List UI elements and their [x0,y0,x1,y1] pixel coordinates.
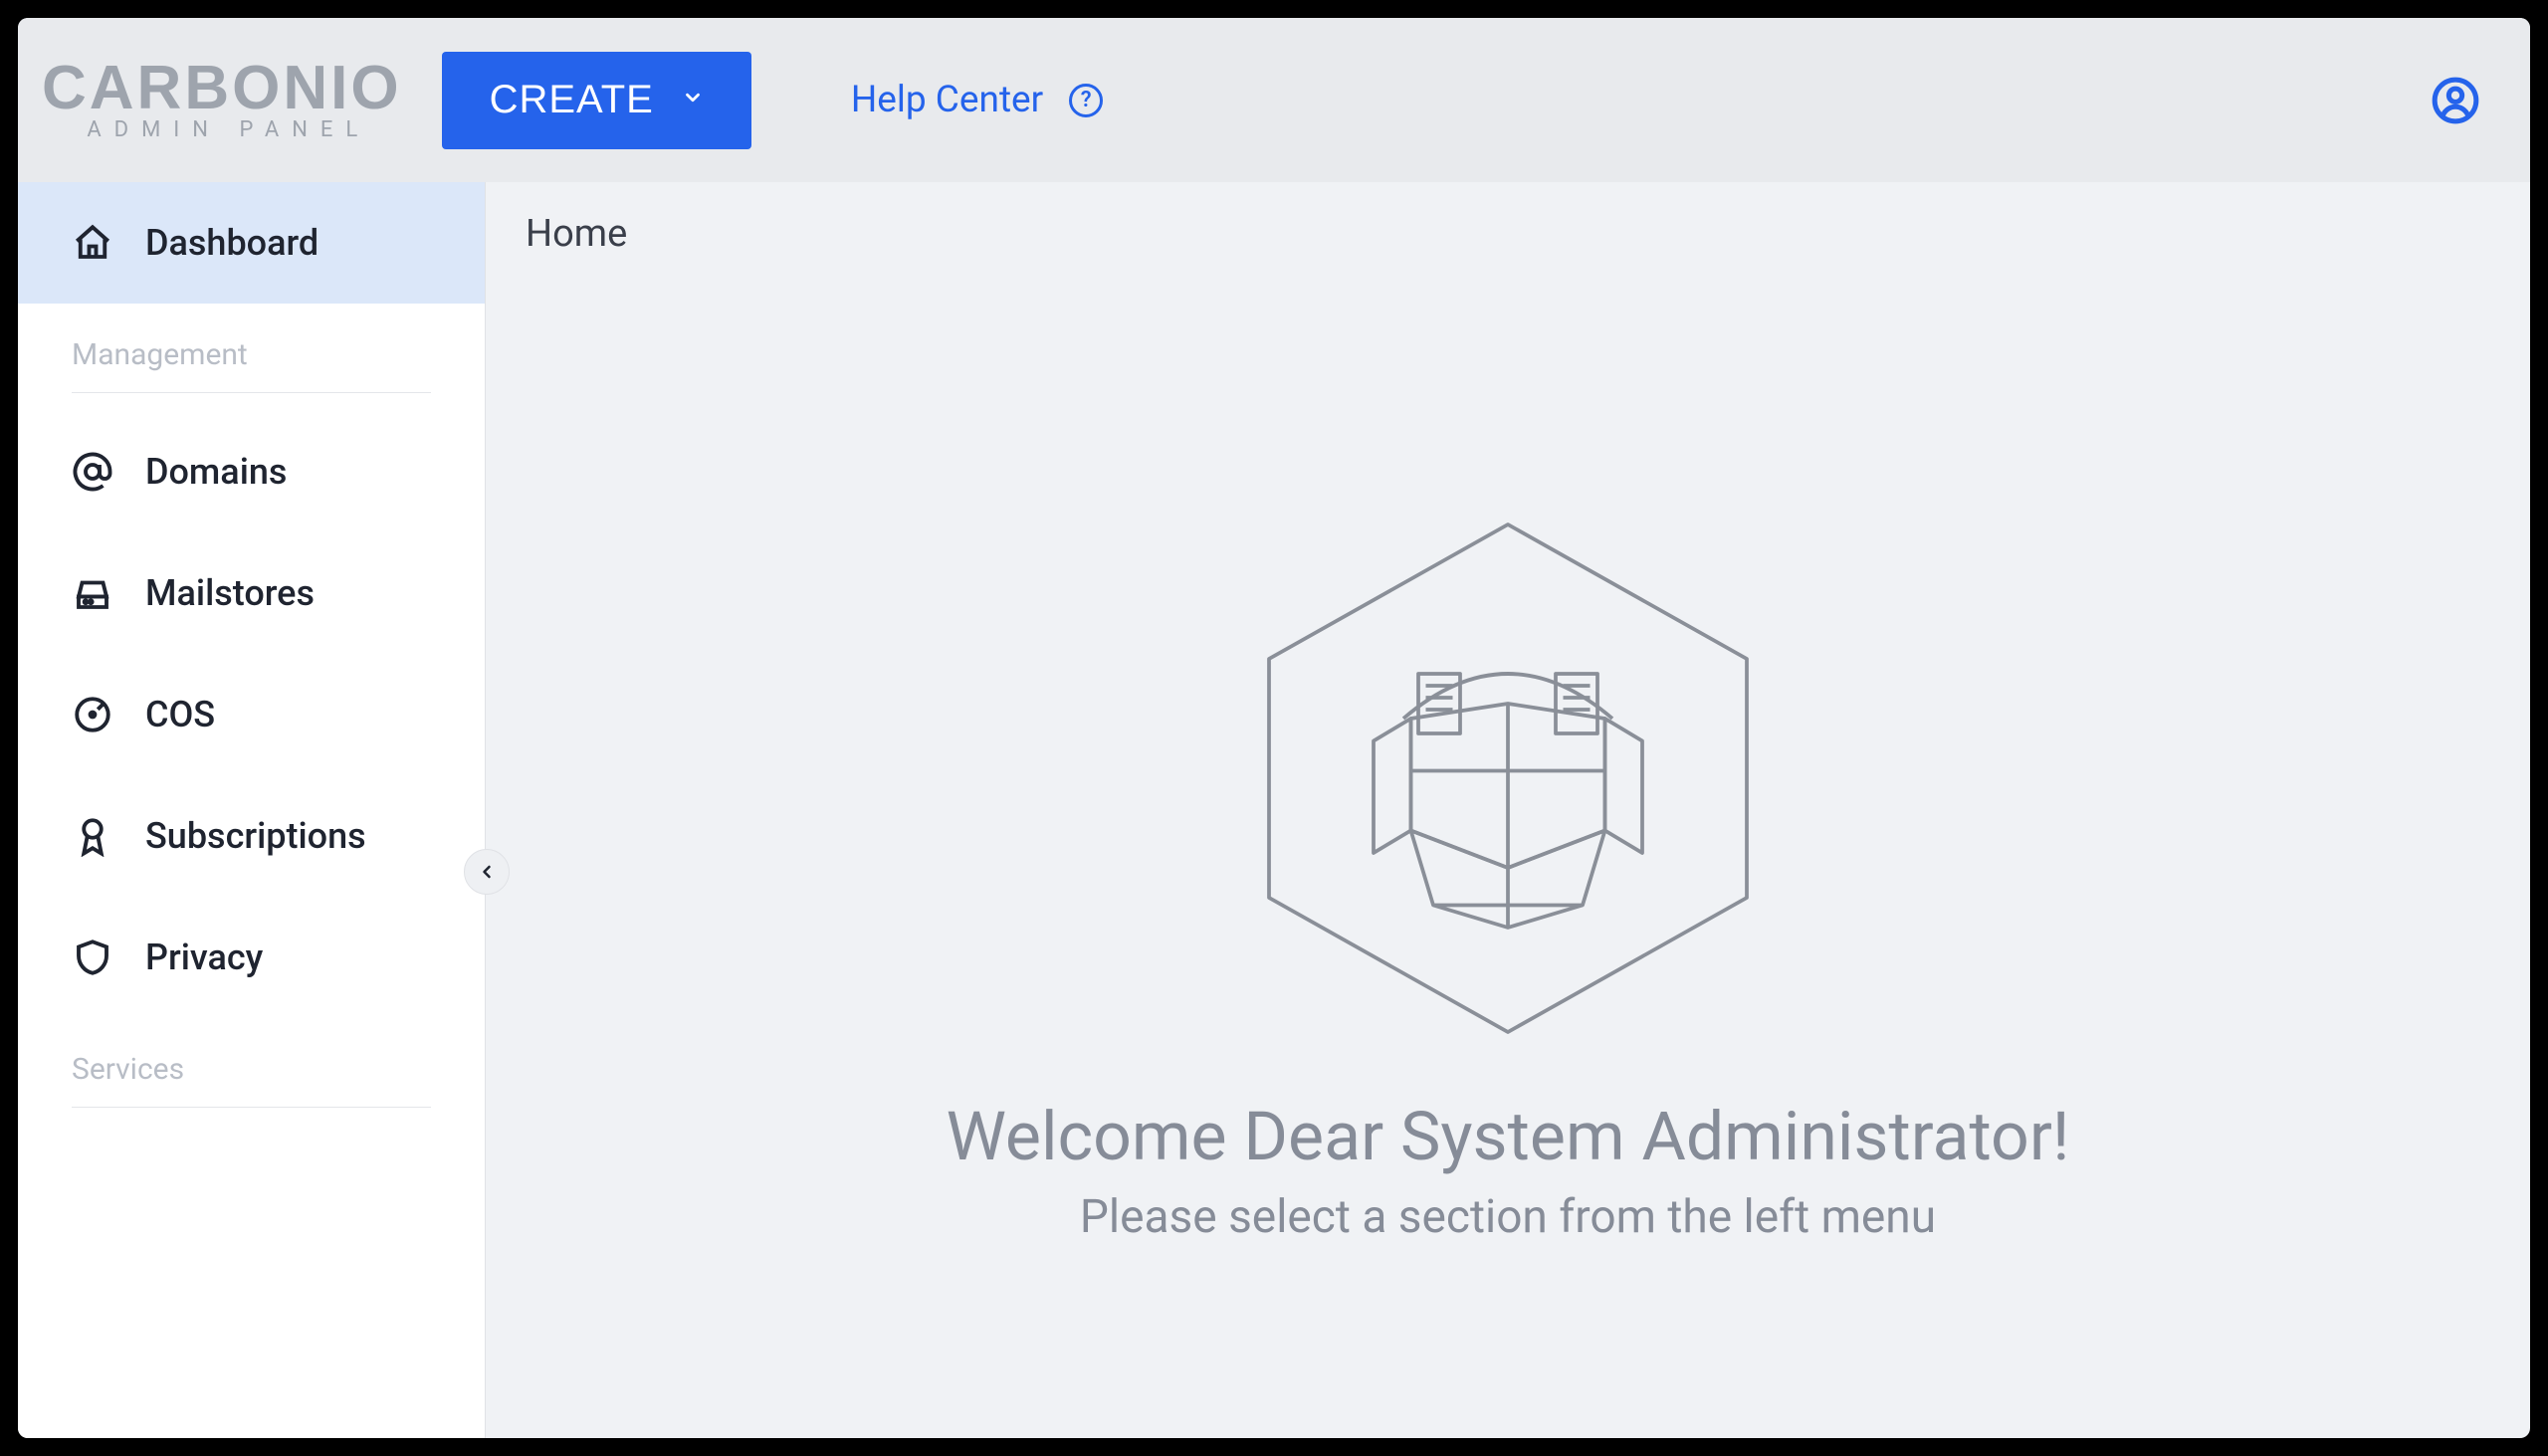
sidebar: Dashboard Management Domains Mailstores [18,182,486,1438]
badge-icon [72,815,113,857]
welcome-title: Welcome Dear System Administrator! [947,1097,2070,1176]
target-icon [72,694,113,735]
help-icon: ? [1069,84,1103,117]
app-frame: CARBONIO ADMIN PANEL CREATE Help Center … [18,18,2530,1438]
sidebar-item-domains[interactable]: Domains [18,411,485,532]
home-icon [72,222,113,264]
breadcrumb: Home [486,182,2530,286]
account-button[interactable] [2431,76,2480,125]
empty-state: Welcome Dear System Administrator! Pleas… [486,286,2530,1438]
sidebar-collapse-button[interactable] [464,849,510,895]
at-sign-icon [72,451,113,493]
help-center-label: Help Center [851,79,1043,121]
logo-text: CARBONIO [42,58,402,119]
create-button-label: CREATE [490,78,654,122]
sidebar-item-cos[interactable]: COS [18,654,485,775]
hexagon-illustration [1209,480,1806,1077]
create-button[interactable]: CREATE [442,52,751,149]
sidebar-item-label: Privacy [145,936,263,978]
body-area: Dashboard Management Domains Mailstores [18,182,2530,1438]
shield-icon [72,936,113,978]
sidebar-item-label: Subscriptions [145,815,366,857]
sidebar-item-subscriptions[interactable]: Subscriptions [18,775,485,897]
sidebar-item-label: COS [145,694,215,735]
header-bar: CARBONIO ADMIN PANEL CREATE Help Center … [18,18,2530,182]
sidebar-item-mailstores[interactable]: Mailstores [18,532,485,654]
sidebar-section-management: Management [72,313,431,393]
logo-subtext: ADMIN PANEL [87,117,370,142]
welcome-subtitle: Please select a section from the left me… [1080,1190,1936,1244]
sidebar-item-label: Domains [145,451,287,493]
help-center-link[interactable]: Help Center ? [851,79,1103,121]
main-content: Home [486,182,2530,1438]
sidebar-item-label: Dashboard [145,222,318,264]
sidebar-item-privacy[interactable]: Privacy [18,897,485,1018]
logo: CARBONIO ADMIN PANEL [42,58,402,142]
sidebar-item-dashboard[interactable]: Dashboard [18,182,485,304]
sidebar-item-label: Mailstores [145,572,315,614]
sidebar-section-services: Services [72,1028,431,1108]
hard-drive-icon [72,572,113,614]
chevron-down-icon [682,87,704,114]
